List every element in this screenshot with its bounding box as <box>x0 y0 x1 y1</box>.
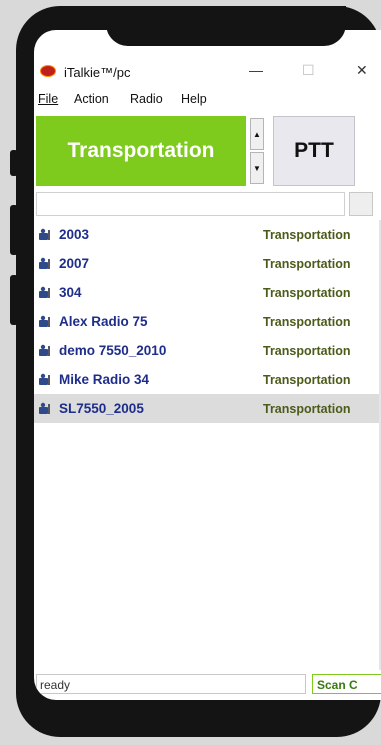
radio-list: 2003 Transportation 2007 Transportation 304 T… <box>34 220 381 423</box>
filter-button[interactable] <box>349 192 373 216</box>
phone-notch <box>106 6 346 46</box>
app-window: iTalkie™/pc — ☐ ✕ File Action Radio Help… <box>34 30 381 700</box>
radio-list-row[interactable]: 2003 Transportation <box>34 220 381 249</box>
radio-user-icon <box>38 372 52 386</box>
maximize-button[interactable]: ☐ <box>302 62 315 79</box>
radio-name: demo 7550_2010 <box>59 343 167 358</box>
ptt-label: PTT <box>294 139 334 162</box>
scan-button[interactable]: Scan C <box>312 674 381 694</box>
filter-input[interactable] <box>36 192 345 216</box>
title-bar: iTalkie™/pc — ☐ ✕ <box>34 60 381 86</box>
radio-name: Mike Radio 34 <box>59 372 150 387</box>
status-text: ready <box>36 674 306 694</box>
radio-talkgroup: Transportation <box>263 257 351 271</box>
radio-name: 2007 <box>59 256 90 271</box>
talkgroup-label: Transportation <box>67 139 215 162</box>
talkgroup-down-button[interactable]: ▼ <box>250 152 264 184</box>
phone-volume-up-button <box>10 205 18 255</box>
menu-bar: File Action Radio Help <box>34 88 381 110</box>
radio-list-row[interactable]: Alex Radio 75 Transportation <box>34 307 381 336</box>
menu-radio[interactable]: Radio <box>130 92 163 106</box>
radio-name: 304 <box>59 285 82 300</box>
italkie-logo-icon <box>40 65 56 77</box>
radio-talkgroup: Transportation <box>263 344 351 358</box>
talkgroup-button[interactable]: Transportation <box>36 116 246 186</box>
radio-user-icon <box>38 285 52 299</box>
radio-user-icon <box>38 401 52 415</box>
menu-help[interactable]: Help <box>181 92 207 106</box>
radio-name: Alex Radio 75 <box>59 314 148 329</box>
menu-file[interactable]: File <box>38 92 58 106</box>
radio-talkgroup: Transportation <box>263 228 351 242</box>
phone-side-button <box>10 150 18 176</box>
radio-name: 2003 <box>59 227 90 242</box>
radio-talkgroup: Transportation <box>263 286 351 300</box>
radio-name: SL7550_2005 <box>59 401 144 416</box>
status-bar: ready Scan C <box>34 674 381 694</box>
radio-list-row[interactable]: SL7550_2005 Transportation <box>34 394 381 423</box>
talkgroup-up-button[interactable]: ▲ <box>250 118 264 150</box>
radio-user-icon <box>38 227 52 241</box>
radio-list-row[interactable]: 2007 Transportation <box>34 249 381 278</box>
radio-talkgroup: Transportation <box>263 402 351 416</box>
radio-talkgroup: Transportation <box>263 315 351 329</box>
radio-list-row[interactable]: Mike Radio 34 Transportation <box>34 365 381 394</box>
menu-action[interactable]: Action <box>74 92 109 106</box>
radio-user-icon <box>38 343 52 357</box>
radio-list-row[interactable]: demo 7550_2010 Transportation <box>34 336 381 365</box>
window-title: iTalkie™/pc <box>64 65 131 80</box>
ptt-button[interactable]: PTT <box>273 116 355 186</box>
close-button[interactable]: ✕ <box>356 62 368 79</box>
phone-volume-down-button <box>10 275 18 325</box>
radio-user-icon <box>38 314 52 328</box>
radio-talkgroup: Transportation <box>263 373 351 387</box>
minimize-button[interactable]: — <box>249 62 263 78</box>
radio-list-row[interactable]: 304 Transportation <box>34 278 381 307</box>
radio-user-icon <box>38 256 52 270</box>
